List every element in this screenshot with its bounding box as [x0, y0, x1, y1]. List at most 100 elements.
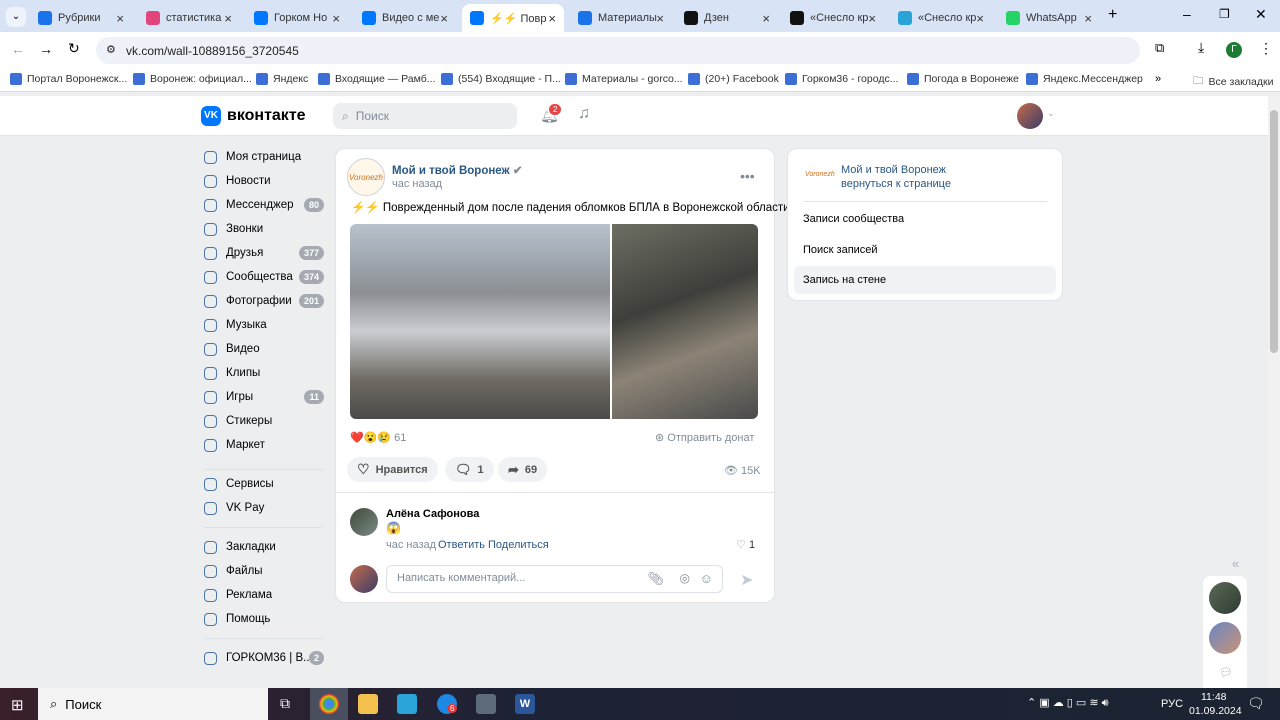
music-icon[interactable]: ♫ [578, 105, 590, 123]
bookmark-item[interactable]: Горком36 - городс... [785, 73, 898, 85]
sidebar-item[interactable]: Звонки [204, 218, 324, 240]
close-tab-icon[interactable]: × [116, 11, 124, 26]
sidebar-item[interactable]: ГОРКОМ36 | В... 2 [204, 647, 324, 669]
chat-icon[interactable]: 💬︎ [1219, 666, 1233, 679]
sidebar-item[interactable]: Мессенджер 80 [204, 194, 324, 216]
browser-tab[interactable]: статистика × [138, 4, 240, 32]
sidebar-item[interactable]: Сообщества 374 [204, 266, 324, 288]
browser-tab[interactable]: Горком Но × [246, 4, 348, 32]
comment-button[interactable]: 🗨︎ 1 [445, 457, 494, 482]
post-author[interactable]: Мой и твой Воронеж ✔ [392, 163, 523, 177]
emoji-icon[interactable]: ☺ [700, 571, 713, 586]
collapse-icon[interactable]: « [1232, 556, 1239, 571]
more-bookmarks-button[interactable]: » [1155, 73, 1161, 85]
taskbar-search[interactable]: ⌕ Поиск [38, 688, 268, 720]
chat-avatar[interactable] [1209, 582, 1241, 614]
clock-date[interactable]: 01.09.2024 [1189, 705, 1242, 717]
group-avatar[interactable]: Voronezh [347, 158, 385, 196]
task-view-icon[interactable]: ⧉ [280, 695, 290, 712]
calculator-icon[interactable] [476, 694, 496, 714]
menu-wall-post[interactable]: Запись на стене [794, 266, 1056, 294]
menu-search-posts[interactable]: Поиск записей [803, 244, 878, 256]
app-icon[interactable] [397, 694, 417, 714]
bookmark-item[interactable]: (554) Входящие - П... [441, 73, 561, 85]
sidebar-item[interactable]: Музыка [204, 314, 324, 336]
comment-input[interactable]: Написать комментарий... 📎︎ ◎ ☺ [386, 565, 723, 593]
camera-icon[interactable]: ◎ [680, 571, 690, 585]
browser-tab[interactable]: Дзен × [676, 4, 778, 32]
back-to-page-link[interactable]: вернуться к странице [841, 178, 951, 190]
scrollbar[interactable] [1268, 96, 1280, 688]
comment-author[interactable]: Алёна Сафонова [386, 508, 479, 520]
menu-icon[interactable]: ⋮ [1259, 40, 1273, 57]
windows-start-icon[interactable]: ⊞ [11, 696, 24, 714]
close-tab-icon[interactable]: × [762, 11, 770, 26]
comment-time[interactable]: час назад [386, 539, 436, 551]
sidebar-item[interactable]: Фотографии 201 [204, 290, 324, 312]
forward-button[interactable]: → [39, 41, 53, 57]
share-comment-link[interactable]: Поделиться [488, 539, 549, 551]
sidebar-item[interactable]: Сервисы [204, 473, 324, 495]
send-icon[interactable]: ➤ [740, 570, 753, 590]
chevron-down-icon[interactable]: ⌄ [1047, 108, 1055, 119]
reply-link[interactable]: Ответить [438, 539, 485, 551]
scrollbar-thumb[interactable] [1270, 110, 1278, 353]
tray-icons[interactable]: ⌃ ▣ ☁ ▯ ▭ ≋ 🔊︎ [1027, 696, 1109, 710]
reload-button[interactable]: ↻ [68, 40, 80, 57]
donate-button[interactable]: ⊛ Отправить донат [655, 431, 754, 444]
more-options-icon[interactable]: ••• [740, 168, 755, 184]
post-photo[interactable] [350, 224, 610, 419]
tab-search-button[interactable]: ⌄ [6, 7, 26, 27]
browser-tab[interactable]: Рубрики × [30, 4, 132, 32]
user-avatar[interactable] [1017, 103, 1043, 129]
comment-like-button[interactable]: ♡ 1 [736, 538, 755, 551]
sidebar-item[interactable]: Видео [204, 338, 324, 360]
site-info-icon[interactable]: ⚙ [106, 43, 116, 56]
chat-avatar[interactable] [1209, 622, 1241, 654]
sidebar-item[interactable]: Маркет [204, 434, 324, 456]
sidebar-item[interactable]: Моя страница [204, 146, 324, 168]
language-indicator[interactable]: РУС [1161, 698, 1183, 710]
profile-avatar[interactable]: Г [1226, 42, 1242, 58]
close-tab-icon[interactable]: × [332, 11, 340, 26]
sidebar-item[interactable]: VK Pay [204, 497, 324, 519]
close-tab-icon[interactable]: × [1084, 11, 1092, 26]
reactions[interactable]: ❤️😮😢 61 [350, 431, 406, 444]
attach-icon[interactable]: 📎︎ [647, 571, 664, 587]
bookmark-item[interactable]: Погода в Воронеже [907, 73, 1019, 85]
bookmark-item[interactable]: Яндекс.Мессенджер [1026, 73, 1143, 85]
close-tab-icon[interactable]: × [224, 11, 232, 26]
explorer-icon[interactable] [358, 694, 378, 714]
new-tab-button[interactable]: + [1108, 6, 1117, 24]
share-button[interactable]: ➦ 69 [498, 457, 548, 482]
like-button[interactable]: ♡ Нравится [347, 457, 438, 482]
browser-tab[interactable]: Видео с ме × [354, 4, 456, 32]
browser-tab[interactable]: «Снесло кр × [782, 4, 884, 32]
browser-tab[interactable]: WhatsApp × [998, 4, 1100, 32]
bookmark-item[interactable]: Яндекс [256, 73, 308, 85]
all-bookmarks[interactable]: 🗀 Все закладки [1193, 73, 1273, 91]
bookmark-item[interactable]: Материалы - gorco... [565, 73, 683, 85]
right-group-name[interactable]: Мой и твой Воронеж [841, 164, 946, 176]
close-tab-icon[interactable]: × [440, 11, 448, 26]
sidebar-item[interactable]: Клипы [204, 362, 324, 384]
sidebar-item[interactable]: Игры 11 [204, 386, 324, 408]
menu-community-posts[interactable]: Записи сообщества [803, 213, 904, 225]
sidebar-item[interactable]: Стикеры [204, 410, 324, 432]
close-tab-icon[interactable]: × [656, 11, 664, 26]
bookmark-item[interactable]: (20+) Facebook [688, 73, 779, 85]
clock-time[interactable]: 11:48 [1201, 691, 1227, 703]
bookmark-item[interactable]: Воронеж: официал... [133, 73, 252, 85]
address-bar[interactable]: ⚙ vk.com/wall-10889156_3720545 [96, 37, 1140, 64]
post-photo[interactable] [612, 224, 758, 419]
close-tab-icon[interactable]: × [976, 11, 984, 26]
sidebar-item[interactable]: Новости [204, 170, 324, 192]
word-icon[interactable]: W [515, 694, 535, 714]
sidebar-item[interactable]: Реклама [204, 584, 324, 606]
commenter-avatar[interactable] [350, 508, 378, 536]
sidebar-item[interactable]: Друзья 377 [204, 242, 324, 264]
vk-logo[interactable]: VK вконтакте [201, 106, 306, 126]
download-icon[interactable]: ⤓ [1198, 39, 1204, 56]
browser-tab[interactable]: ⚡⚡ Повр × [462, 4, 564, 32]
close-tab-icon[interactable]: × [868, 11, 876, 26]
